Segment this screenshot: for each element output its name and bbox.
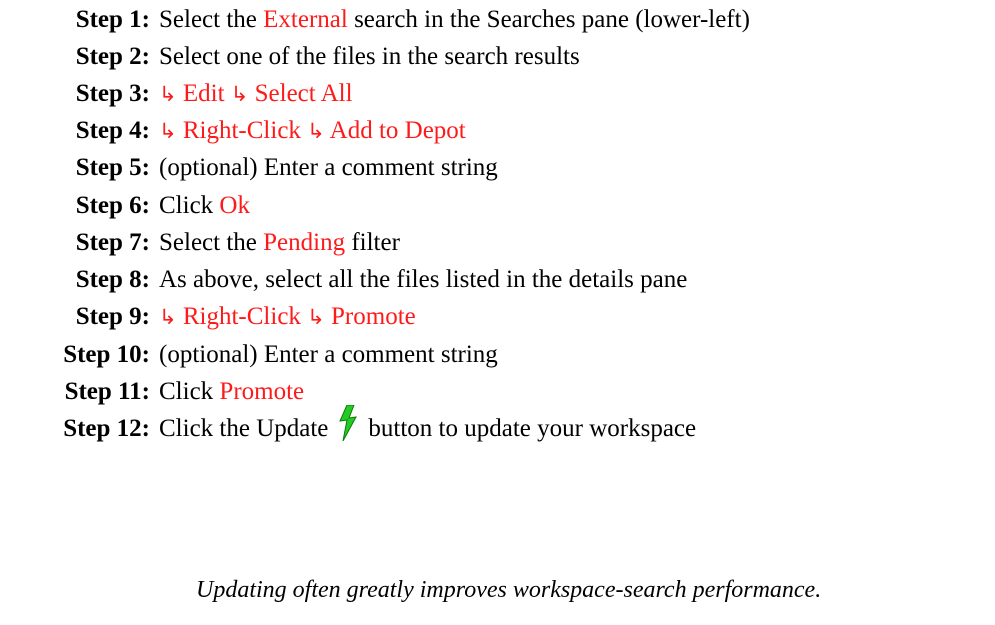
- step-label: Step 1:: [75, 6, 150, 33]
- step-row: Step 12: Click the Update button to update…: [0, 404, 995, 447]
- step-row: Step 3: ↳ Edit ↳ Select All: [0, 76, 995, 112]
- step-phrase: Click: [159, 192, 220, 219]
- step-row: Step 9: ↳ Right-Click ↳ Promote: [0, 299, 995, 335]
- step-row: Step 2: Select one of the files in the se…: [0, 39, 995, 75]
- highlighted-term: Add to Depot: [324, 117, 466, 144]
- step-row: Step 5: (optional) Enter a comment string: [0, 150, 995, 186]
- step-phrase: filter: [345, 229, 400, 256]
- step-phrase: Click the Update: [159, 415, 329, 442]
- step-label: Step 12:: [63, 415, 150, 442]
- step-row: Step 10: (optional) Enter a comment strin…: [0, 337, 995, 373]
- step-row: Step 1: Select the External search in the…: [0, 2, 995, 38]
- step-text: Select the External search in the Search…: [159, 2, 750, 38]
- step-label: Step 6:: [75, 192, 150, 219]
- highlighted-term: Pending: [263, 229, 346, 256]
- step-text: Click Ok: [159, 188, 250, 224]
- highlighted-term: Edit: [176, 80, 231, 107]
- step-text: Click the Update button to update your wo…: [159, 404, 697, 447]
- lightning-bolt-icon: [334, 404, 362, 442]
- step-text: Click Promote: [159, 374, 304, 410]
- step-row: Step 7: Select the Pending filter: [0, 225, 995, 261]
- performance-note: Updating often greatly improves workspac…: [196, 577, 822, 603]
- menu-arrow-icon: ↳: [159, 82, 177, 106]
- step-phrase: As above, select all the files listed in…: [159, 266, 688, 293]
- step-text: Select one of the files in the search re…: [159, 39, 580, 75]
- menu-arrow-icon: ↳: [159, 119, 177, 143]
- step-phrase: Select the: [159, 6, 264, 33]
- highlighted-term: Right-Click: [176, 117, 308, 144]
- step-label: Step 9:: [75, 303, 150, 330]
- step-label: Step 10:: [63, 341, 150, 368]
- menu-arrow-icon: ↳: [230, 82, 249, 106]
- step-label: Step 7:: [75, 229, 150, 256]
- step-phrase: (optional) Enter a comment string: [159, 341, 498, 368]
- step-row: Step 8: As above, select all the files li…: [0, 262, 995, 298]
- step-label: Step 5:: [75, 154, 150, 181]
- menu-arrow-icon: ↳: [307, 119, 325, 143]
- step-label: Step 11:: [64, 378, 150, 405]
- step-phrase: (optional) Enter a comment string: [159, 154, 498, 181]
- highlighted-term: Right-Click: [176, 303, 308, 330]
- step-text: ↳ Right-Click ↳ Add to Depot: [159, 113, 466, 149]
- step-label: Step 3:: [75, 80, 150, 107]
- highlighted-term: Promote: [219, 378, 305, 405]
- step-phrase: Select the: [159, 229, 264, 256]
- step-row: Step 4: ↳ Right-Click ↳ Add to Depot: [0, 113, 995, 149]
- step-phrase: search in the Searches pane (lower-left): [347, 6, 750, 33]
- step-phrase: Select one of the files in the search re…: [159, 43, 580, 70]
- step-text: ↳ Edit ↳ Select All: [159, 76, 353, 112]
- menu-arrow-icon: ↳: [159, 305, 177, 329]
- step-row: Step 11: Click Promote: [0, 374, 995, 410]
- step-phrase: button to update your workspace: [368, 415, 697, 442]
- step-row: Step 6: Click Ok: [0, 188, 995, 224]
- step-text: (optional) Enter a comment string: [159, 150, 498, 186]
- step-label: Step 4:: [75, 117, 150, 144]
- highlighted-term: Promote: [324, 303, 416, 330]
- highlighted-term: Ok: [219, 192, 250, 219]
- menu-arrow-icon: ↳: [307, 305, 325, 329]
- step-text: (optional) Enter a comment string: [159, 337, 498, 373]
- step-text: ↳ Right-Click ↳ Promote: [159, 299, 416, 335]
- step-text: Select the Pending filter: [159, 225, 400, 261]
- highlighted-term: Select All: [248, 80, 353, 107]
- step-text: As above, select all the files listed in…: [159, 262, 687, 298]
- step-label: Step 2:: [75, 43, 150, 70]
- step-phrase: Click: [159, 378, 220, 405]
- step-label: Step 8:: [75, 266, 150, 293]
- highlighted-term: External: [263, 6, 348, 33]
